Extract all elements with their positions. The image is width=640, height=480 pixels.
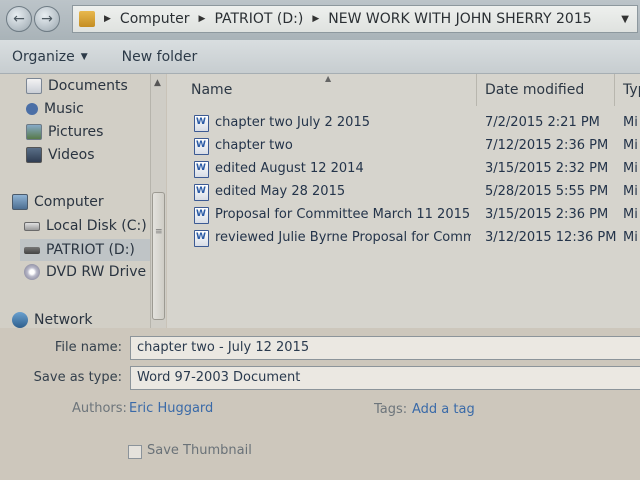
nav-label: DVD RW Drive (F:	[46, 264, 150, 280]
scrollbar-thumb[interactable]	[152, 192, 165, 320]
nav-label: PATRIOT (D:)	[46, 242, 135, 258]
file-date: 7/2/2015 2:21 PM	[485, 115, 600, 130]
breadcrumb-computer[interactable]: Computer	[120, 11, 190, 27]
nav-item-patriot[interactable]: PATRIOT (D:)	[20, 239, 150, 261]
breadcrumb-patriot[interactable]: PATRIOT (D:)	[214, 11, 303, 27]
file-type: Mi	[623, 184, 638, 199]
new-folder-button[interactable]: New folder	[110, 49, 210, 65]
column-header-date-modified[interactable]: Date modified	[477, 74, 615, 106]
save-options-pane: File name: chapter two - July 12 2015 Sa…	[0, 328, 640, 480]
file-name: Proposal for Committee March 11 2015	[215, 207, 471, 222]
save-as-type-select[interactable]: Word 97-2003 Document	[130, 366, 640, 390]
chevron-right-icon[interactable]: ▶	[312, 14, 319, 24]
nav-label: Pictures	[48, 124, 104, 140]
organize-label: Organize	[12, 48, 75, 65]
file-date: 3/15/2015 2:32 PM	[485, 161, 609, 176]
hard-drive-icon	[24, 221, 40, 231]
nav-scrollbar[interactable]: ▲ ≡	[150, 74, 166, 328]
file-row[interactable]: reviewed Julie Byrne Proposal for Commi.…	[167, 227, 640, 250]
pictures-icon	[26, 124, 42, 140]
word-document-icon	[194, 161, 209, 178]
nav-item-computer[interactable]: Computer	[12, 194, 104, 210]
nav-item-local-disk[interactable]: Local Disk (C:)	[24, 218, 147, 234]
network-icon	[12, 312, 28, 328]
dropdown-arrow-icon: ▼	[80, 51, 88, 62]
tags-label: Tags:	[374, 402, 408, 417]
nav-item-documents[interactable]: Documents	[26, 78, 128, 94]
breadcrumb-current-folder[interactable]: NEW WORK WITH JOHN SHERRY 2015	[328, 11, 591, 27]
column-label: Name	[191, 82, 233, 98]
file-type: Mi	[623, 138, 638, 153]
chevron-right-icon[interactable]: ▶	[199, 14, 206, 24]
nav-label: Computer	[34, 194, 104, 210]
chevron-right-icon[interactable]: ▶	[104, 14, 111, 24]
music-note-icon	[26, 103, 38, 115]
file-type: Mi	[623, 230, 638, 245]
file-name-input[interactable]: chapter two - July 12 2015	[130, 336, 640, 360]
file-type: Mi	[623, 115, 638, 130]
videos-icon	[26, 147, 42, 163]
file-type: Mi	[623, 207, 638, 222]
file-row[interactable]: Proposal for Committee March 11 2015 3/1…	[167, 204, 640, 227]
file-name: chapter two	[215, 138, 293, 153]
organize-button[interactable]: Organize ▼	[0, 49, 100, 65]
file-name: edited May 28 2015	[215, 184, 346, 199]
chevron-down-icon[interactable]: ▼	[621, 14, 629, 25]
file-name-label: File name:	[54, 340, 122, 355]
file-type: Mi	[623, 161, 638, 176]
nav-label: Videos	[48, 147, 95, 163]
command-toolbar: Organize ▼ New folder	[0, 40, 640, 74]
scroll-up-arrow-icon[interactable]: ▲	[154, 78, 161, 88]
add-tag-link[interactable]: Add a tag	[412, 402, 475, 417]
computer-icon	[12, 194, 28, 210]
word-document-icon	[194, 115, 209, 132]
file-date: 5/28/2015 5:55 PM	[485, 184, 609, 199]
word-document-icon	[194, 184, 209, 201]
word-document-icon	[194, 138, 209, 155]
column-label: Date modified	[485, 82, 585, 98]
breadcrumb[interactable]: ▶ Computer ▶ PATRIOT (D:) ▶ NEW WORK WIT…	[72, 5, 638, 33]
file-row[interactable]: chapter two 7/12/2015 2:36 PM Mi	[167, 135, 640, 158]
nav-label: Documents	[48, 78, 128, 94]
file-date: 3/15/2015 2:36 PM	[485, 207, 609, 222]
nav-label: Music	[44, 101, 84, 117]
dvd-drive-icon	[24, 264, 40, 280]
authors-value[interactable]: Eric Huggard	[129, 401, 213, 416]
word-document-icon	[194, 207, 209, 224]
file-name: edited August 12 2014	[215, 161, 364, 176]
nav-item-videos[interactable]: Videos	[26, 147, 95, 163]
address-bar: ← → ▶ Computer ▶ PATRIOT (D:) ▶ NEW WORK…	[0, 0, 640, 40]
file-name: chapter two July 2 2015	[215, 115, 370, 130]
file-row[interactable]: edited May 28 2015 5/28/2015 5:55 PM Mi	[167, 181, 640, 204]
save-thumbnail-label[interactable]: Save Thumbnail	[147, 443, 252, 458]
column-label: Typ	[623, 82, 640, 98]
save-as-type-label: Save as type:	[33, 370, 122, 385]
nav-item-network[interactable]: Network	[12, 312, 92, 328]
file-date: 7/12/2015 2:36 PM	[485, 138, 609, 153]
folder-icon	[79, 11, 95, 27]
file-name: reviewed Julie Byrne Proposal for Commi.…	[215, 230, 471, 245]
nav-item-pictures[interactable]: Pictures	[26, 124, 103, 140]
nav-label: Local Disk (C:)	[46, 218, 147, 234]
documents-icon	[26, 78, 42, 94]
nav-item-dvd-drive[interactable]: DVD RW Drive (F:	[24, 264, 150, 280]
file-list: ▲ Name Date modified Typ chapter two Jul…	[167, 74, 640, 328]
scroll-grip-icon: ≡	[155, 227, 163, 237]
word-document-icon	[194, 230, 209, 247]
column-header-name[interactable]: Name	[167, 74, 477, 106]
column-header-type[interactable]: Typ	[615, 74, 640, 106]
save-thumbnail-checkbox[interactable]	[128, 445, 142, 459]
usb-drive-icon	[24, 246, 40, 254]
new-folder-label: New folder	[121, 48, 198, 65]
nav-item-music[interactable]: Music	[26, 101, 84, 117]
back-arrow-icon[interactable]: ←	[6, 6, 32, 32]
forward-arrow-icon[interactable]: →	[34, 6, 60, 32]
authors-label: Authors:	[72, 401, 127, 416]
nav-label: Network	[34, 312, 93, 328]
navigation-pane: Documents Music Pictures Videos Computer…	[0, 74, 150, 328]
file-date: 3/12/2015 12:36 PM	[485, 230, 617, 245]
file-row[interactable]: edited August 12 2014 3/15/2015 2:32 PM …	[167, 158, 640, 181]
file-row[interactable]: chapter two July 2 2015 7/2/2015 2:21 PM…	[167, 112, 640, 135]
